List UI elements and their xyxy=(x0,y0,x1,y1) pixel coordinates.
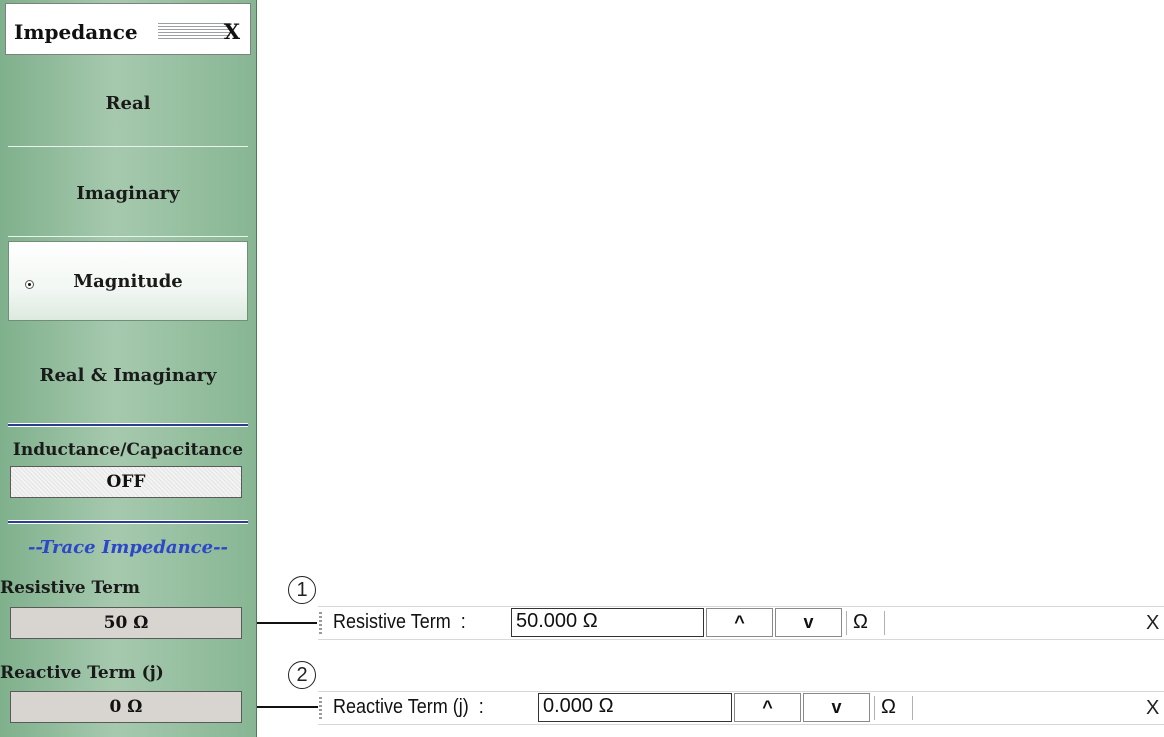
toolbar-separator xyxy=(884,611,885,635)
menu-title-bar: Impedance X xyxy=(5,3,251,55)
section-divider xyxy=(8,520,248,524)
magnitude-button-label: Magnitude xyxy=(73,270,183,292)
decrement-button[interactable]: v xyxy=(775,608,842,637)
toolbar-separator xyxy=(874,696,875,720)
reactive-term-toolbar-label: Reactive Term (j) : xyxy=(333,696,484,718)
callout-2: 2 xyxy=(288,661,316,689)
toolbar-grip[interactable] xyxy=(319,612,322,634)
callout-2-leader-line xyxy=(257,706,319,708)
real-imaginary-button-label: Real & Imaginary xyxy=(39,364,217,386)
unit-label: Ω xyxy=(881,696,896,718)
inductance-capacitance-toggle[interactable]: OFF xyxy=(10,466,242,498)
decrement-button[interactable]: v xyxy=(803,693,870,722)
magnitude-button[interactable]: Magnitude xyxy=(8,241,248,321)
imaginary-button[interactable]: Imaginary xyxy=(8,151,248,237)
increment-button[interactable]: ^ xyxy=(706,608,773,637)
radio-selected-icon xyxy=(25,280,34,289)
title-grip-lines xyxy=(158,23,230,39)
resistive-term-toolbar: Resistive Term : 50.000 Ω ^ v Ω X xyxy=(318,606,1164,640)
toolbar-separator xyxy=(846,611,847,635)
close-menu-button[interactable]: X xyxy=(224,19,240,44)
increment-button[interactable]: ^ xyxy=(734,693,801,722)
section-divider xyxy=(8,423,248,427)
resistive-term-field[interactable]: 50 Ω xyxy=(10,607,242,639)
real-button[interactable]: Real xyxy=(8,61,248,147)
inductance-capacitance-label: Inductance/Capacitance xyxy=(12,440,244,460)
callout-1: 1 xyxy=(288,576,316,604)
unit-label: Ω xyxy=(853,611,868,633)
real-imaginary-button[interactable]: Real & Imaginary xyxy=(8,331,248,419)
reactive-term-toolbar: Reactive Term (j) : 0.000 Ω ^ v Ω X xyxy=(318,691,1164,725)
resistive-term-toolbar-label: Resistive Term : xyxy=(333,611,466,633)
resistive-term-label: Resistive Term xyxy=(0,578,140,598)
reactive-term-label: Reactive Term (j) xyxy=(0,663,164,683)
toolbar-separator xyxy=(912,696,913,720)
imaginary-button-label: Imaginary xyxy=(76,183,180,204)
reactive-term-field[interactable]: 0 Ω xyxy=(10,691,242,723)
close-toolbar-button[interactable]: X xyxy=(1146,612,1159,635)
trace-impedance-header: --Trace Impedance-- xyxy=(27,537,229,558)
callout-1-leader-line xyxy=(257,622,317,624)
real-button-label: Real xyxy=(105,93,151,114)
resistive-term-input[interactable]: 50.000 Ω xyxy=(511,608,704,637)
toolbar-grip[interactable] xyxy=(319,697,322,719)
impedance-menu-panel: Impedance X Real Imaginary Magnitude Rea… xyxy=(0,0,257,737)
menu-title: Impedance xyxy=(14,20,138,44)
close-toolbar-button[interactable]: X xyxy=(1146,697,1159,720)
reactive-term-input[interactable]: 0.000 Ω xyxy=(538,693,732,722)
